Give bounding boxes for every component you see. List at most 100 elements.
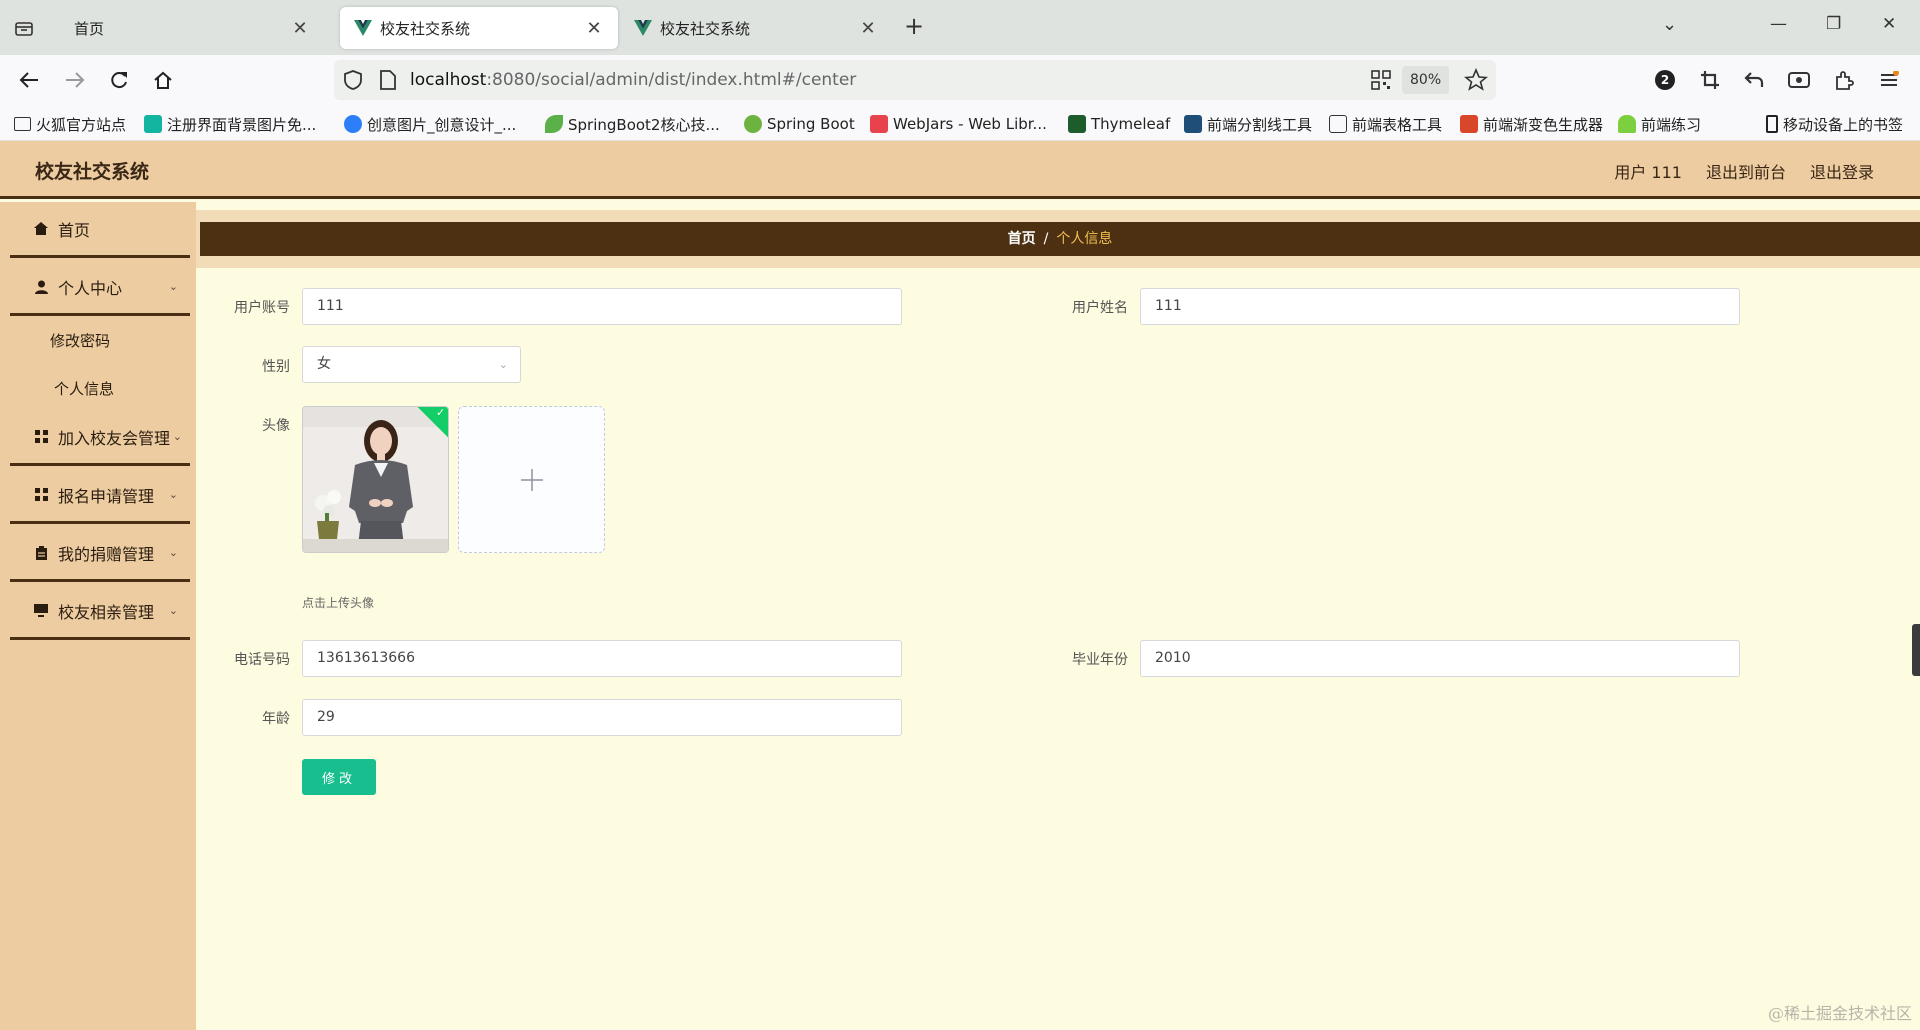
avatar-image[interactable]: ✓ bbox=[302, 406, 449, 553]
screenshot-icon[interactable] bbox=[1786, 67, 1812, 93]
tab-title: 校友社交系统 bbox=[380, 19, 471, 38]
close-icon[interactable]: ✕ bbox=[858, 18, 878, 39]
minimize-icon[interactable]: — bbox=[1770, 14, 1787, 34]
restore-icon[interactable]: ❐ bbox=[1826, 14, 1841, 34]
sidebar-item-registration[interactable]: 报名申请管理 ⌄ bbox=[10, 468, 190, 524]
bookmark-item[interactable]: 前端渐变色生成器 bbox=[1460, 113, 1603, 135]
url-text[interactable]: localhost:8080/social/admin/dist/index.h… bbox=[410, 70, 856, 90]
gender-select[interactable]: 女 ⌄ bbox=[302, 346, 521, 383]
tab-title: 首页 bbox=[74, 19, 105, 38]
app-header: 校友社交系统 用户 111 退出到前台 退出登录 bbox=[0, 141, 1920, 199]
account-label: 用户账号 bbox=[234, 300, 290, 316]
browser-nav-bar: localhost:8080/social/admin/dist/index.h… bbox=[0, 55, 1920, 105]
logout-link[interactable]: 退出登录 bbox=[1810, 159, 1874, 183]
grad-year-input[interactable]: 2010 bbox=[1140, 640, 1740, 677]
grid-icon bbox=[34, 430, 48, 444]
qr-code-icon[interactable] bbox=[1370, 69, 1392, 91]
bookmark-label: WebJars - Web Libr... bbox=[893, 115, 1047, 133]
chevron-down-icon: ⌄ bbox=[168, 546, 178, 559]
browser-tab-active[interactable]: 校友社交系统 ✕ bbox=[340, 7, 618, 49]
chevron-down-icon: ⌄ bbox=[168, 280, 178, 293]
bookmark-label: 前端渐变色生成器 bbox=[1483, 115, 1604, 134]
sidebar-item-join-alumni[interactable]: 加入校友会管理 ⌄ bbox=[10, 410, 190, 466]
bookmark-item[interactable]: Spring Boot bbox=[744, 113, 855, 135]
shield-icon[interactable] bbox=[342, 69, 364, 91]
sidebar-sub-personal-info[interactable]: 个人信息 bbox=[54, 378, 114, 399]
spring-icon bbox=[744, 115, 762, 133]
avatar-photo bbox=[303, 407, 448, 552]
zoom-level[interactable]: 80% bbox=[1402, 66, 1450, 94]
avatar-upload-button[interactable] bbox=[458, 406, 605, 553]
chevron-down-icon: ⌄ bbox=[168, 488, 178, 501]
chevron-down-icon: ⌄ bbox=[168, 604, 178, 617]
close-icon[interactable]: ✕ bbox=[290, 18, 310, 39]
site-icon bbox=[344, 115, 362, 133]
webjars-icon bbox=[870, 115, 888, 133]
sidebar-item-label: 首页 bbox=[58, 220, 91, 240]
address-bar[interactable]: localhost:8080/social/admin/dist/index.h… bbox=[334, 60, 1496, 100]
close-icon[interactable]: ✕ bbox=[584, 18, 604, 39]
phone-input[interactable]: 13613613666 bbox=[302, 640, 902, 677]
url-host: localhost bbox=[410, 70, 487, 90]
bookmark-item[interactable]: 创意图片_创意设计_... bbox=[344, 113, 516, 135]
sidebar-sub-change-password[interactable]: 修改密码 bbox=[50, 330, 110, 351]
avatar-label: 头像 bbox=[262, 418, 290, 434]
bookmark-item[interactable]: SpringBoot2核心技... bbox=[545, 113, 720, 135]
bookmark-item[interactable]: 火狐官方站点 bbox=[14, 113, 126, 135]
android-icon bbox=[1618, 115, 1636, 133]
bookmark-label: 创意图片_创意设计_... bbox=[367, 115, 517, 134]
bookmark-item[interactable]: 前端练习 bbox=[1618, 113, 1701, 135]
grad-year-label: 毕业年份 bbox=[1072, 652, 1128, 668]
bookmark-label: SpringBoot2核心技... bbox=[568, 115, 720, 134]
bookmark-item[interactable]: 前端分割线工具 bbox=[1184, 113, 1312, 135]
submit-button[interactable]: 修改 bbox=[302, 759, 376, 795]
sidebar-item-dating[interactable]: 校友相亲管理 ⌄ bbox=[10, 584, 190, 640]
bookmark-item[interactable]: 前端表格工具 bbox=[1329, 113, 1442, 135]
extensions-puzzle-icon[interactable] bbox=[1831, 67, 1857, 93]
browser-tab-home[interactable]: 首页 ✕ bbox=[52, 7, 324, 49]
home-icon bbox=[34, 222, 48, 236]
bookmark-label: Thymeleaf bbox=[1091, 115, 1171, 133]
sidebar-item-personal-center[interactable]: 个人中心 ⌄ bbox=[10, 260, 190, 316]
vue-logo-icon bbox=[354, 20, 372, 36]
tab-list-icon[interactable] bbox=[10, 14, 38, 42]
sidebar-item-label: 校友相亲管理 bbox=[58, 602, 155, 622]
bookmark-label: 前端分割线工具 bbox=[1207, 115, 1313, 134]
breadcrumb-home[interactable]: 首页 bbox=[1008, 231, 1036, 247]
age-input[interactable]: 29 bbox=[302, 699, 902, 736]
account-input[interactable]: 111 bbox=[302, 288, 902, 325]
sidebar-item-label: 我的捐赠管理 bbox=[58, 544, 155, 564]
sidebar-item-label: 个人中心 bbox=[58, 278, 123, 298]
extension-badge-icon[interactable]: 2 bbox=[1652, 67, 1678, 93]
scrollbar-handle[interactable] bbox=[1912, 624, 1920, 676]
chevron-down-icon: ⌄ bbox=[172, 430, 182, 443]
phone-label: 电话号码 bbox=[234, 652, 290, 668]
age-label: 年龄 bbox=[262, 711, 290, 727]
bookmark-item[interactable]: WebJars - Web Libr... bbox=[870, 113, 1047, 135]
crop-icon[interactable] bbox=[1697, 67, 1723, 93]
name-input[interactable]: 111 bbox=[1140, 288, 1740, 325]
undo-icon[interactable] bbox=[1741, 67, 1767, 93]
close-window-icon[interactable]: ✕ bbox=[1882, 14, 1896, 34]
chevron-down-icon[interactable]: ⌄ bbox=[1662, 14, 1677, 35]
reload-icon[interactable] bbox=[106, 67, 132, 93]
header-links: 用户 111 退出到前台 退出登录 bbox=[1614, 159, 1874, 183]
bookmark-label: 火狐官方站点 bbox=[36, 115, 127, 134]
breadcrumb-current: 个人信息 bbox=[1056, 231, 1113, 247]
bookmark-star-icon[interactable] bbox=[1464, 68, 1488, 92]
extension-badge-count: 2 bbox=[1660, 73, 1670, 87]
back-to-frontend-link[interactable]: 退出到前台 bbox=[1706, 159, 1786, 183]
plus-icon bbox=[520, 468, 543, 491]
site-icon bbox=[1184, 115, 1202, 133]
back-icon[interactable] bbox=[16, 67, 42, 93]
sidebar-item-home[interactable]: 首页 bbox=[10, 202, 190, 258]
browser-tab[interactable]: 校友社交系统 ✕ bbox=[620, 7, 892, 49]
bookmark-item[interactable]: Thymeleaf bbox=[1068, 113, 1170, 135]
new-tab-button[interactable]: + bbox=[904, 12, 924, 40]
home-icon[interactable] bbox=[150, 67, 176, 93]
bookmark-item[interactable]: 注册界面背景图片免... bbox=[144, 113, 316, 135]
menu-icon[interactable] bbox=[1876, 67, 1902, 93]
sidebar-item-donation[interactable]: 我的捐赠管理 ⌄ bbox=[10, 526, 190, 582]
mobile-bookmarks[interactable]: 移动设备上的书签 bbox=[1766, 113, 1903, 135]
forward-icon[interactable] bbox=[62, 67, 88, 93]
